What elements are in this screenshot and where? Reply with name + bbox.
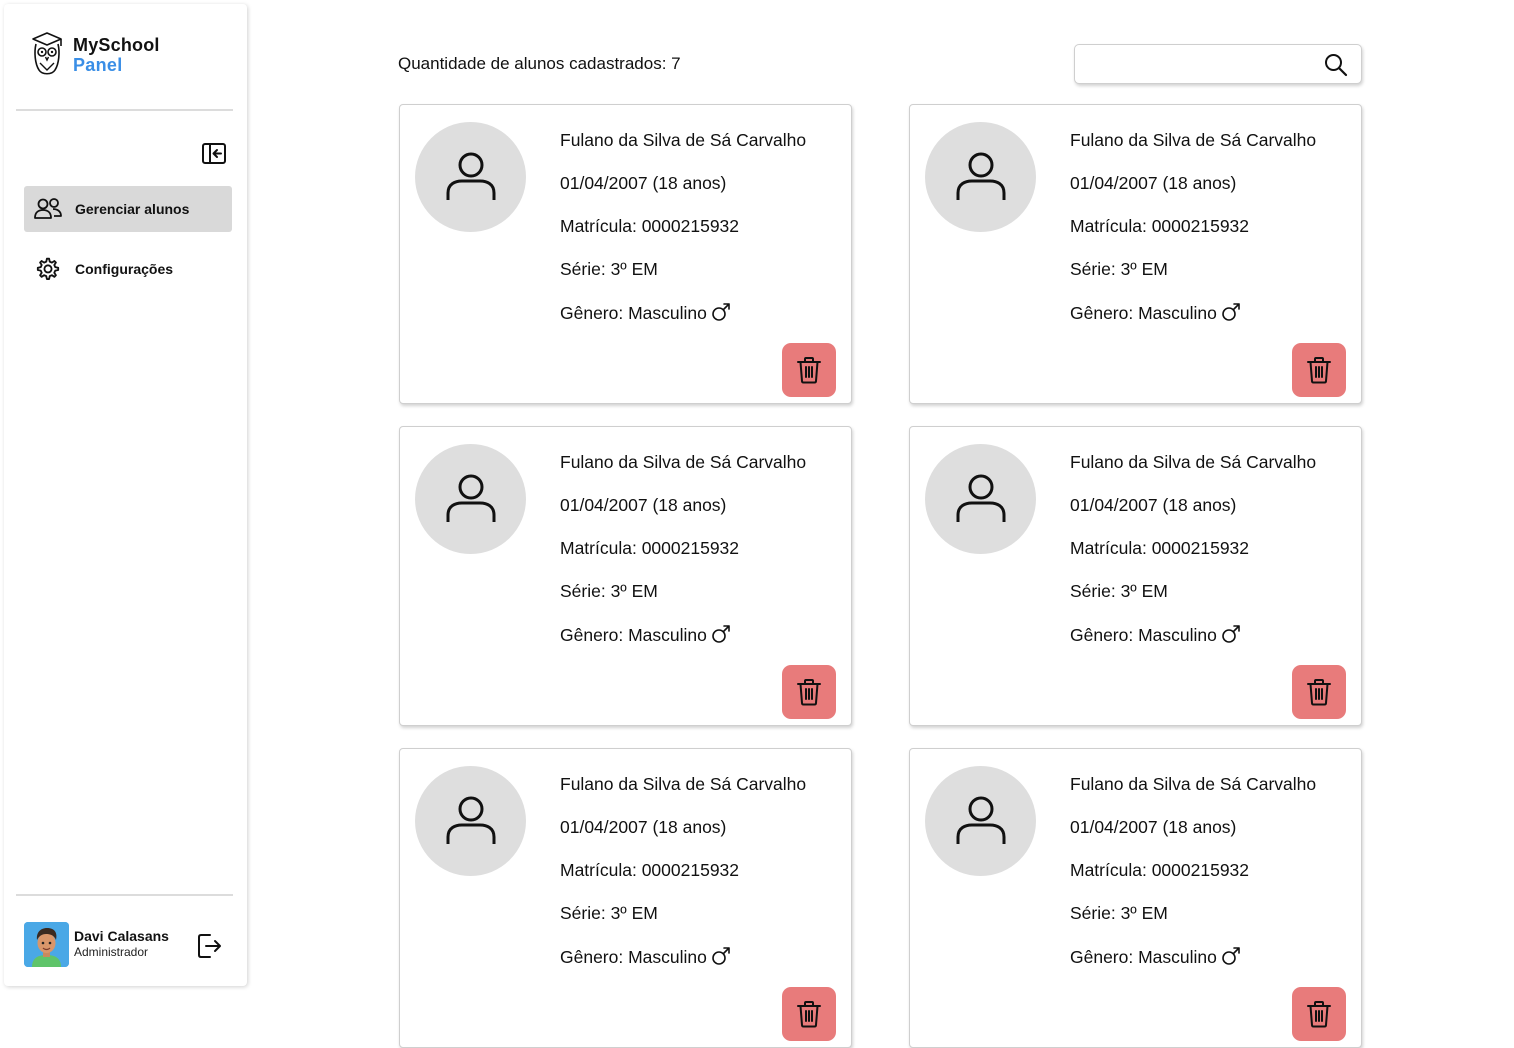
student-birthdate: 01/04/2007 (18 anos)	[560, 817, 727, 837]
student-photo-placeholder	[415, 122, 526, 232]
student-card: Fulano da Silva de Sá Carvalho 01/04/200…	[399, 748, 852, 1048]
brand-name: MySchool	[73, 35, 160, 55]
logout-icon	[198, 934, 221, 958]
student-genero: Gênero: Masculino	[1070, 947, 1217, 967]
student-genero: Gênero: Masculino	[1070, 303, 1217, 323]
student-genero-row: Gênero: Masculino	[560, 302, 731, 324]
student-genero: Gênero: Masculino	[560, 625, 707, 645]
sidebar-item-configuracoes[interactable]: Configurações	[24, 246, 232, 292]
student-card: Fulano da Silva de Sá Carvalho 01/04/200…	[399, 426, 852, 726]
sidebar: MySchool Panel Gerenciar alunos Configur…	[4, 4, 247, 986]
student-matricula: Matrícula: 0000215932	[1070, 216, 1250, 236]
delete-student-button[interactable]	[1292, 665, 1346, 719]
trash-icon	[1307, 357, 1331, 384]
sidebar-divider-bottom	[16, 894, 233, 896]
user-name: Davi Calasans	[74, 928, 169, 944]
logout-button[interactable]	[197, 932, 223, 960]
brand-logo[interactable]: MySchool Panel	[30, 30, 160, 80]
delete-student-button[interactable]	[782, 987, 836, 1041]
student-birthdate: 01/04/2007 (18 anos)	[560, 173, 727, 193]
student-birthdate: 01/04/2007 (18 anos)	[560, 495, 727, 515]
male-icon	[1222, 946, 1240, 965]
search-box	[1074, 44, 1362, 84]
sidebar-collapse-icon	[202, 143, 226, 164]
student-serie: Série: 3º EM	[560, 903, 658, 923]
student-photo-placeholder	[415, 766, 526, 876]
student-genero: Gênero: Masculino	[560, 303, 707, 323]
student-matricula: Matrícula: 0000215932	[560, 538, 740, 558]
user-icon	[956, 474, 1005, 522]
trash-icon	[797, 679, 821, 706]
search-input[interactable]	[1083, 51, 1313, 77]
search-icon[interactable]	[1323, 52, 1349, 78]
student-matricula: Matrícula: 0000215932	[1070, 538, 1250, 558]
student-matricula: Matrícula: 0000215932	[1070, 860, 1250, 880]
sidebar-divider-top	[16, 109, 233, 111]
delete-student-button[interactable]	[782, 343, 836, 397]
student-photo-placeholder	[925, 122, 1036, 232]
user-icon	[956, 152, 1005, 200]
student-serie: Série: 3º EM	[1070, 903, 1168, 923]
user-icon	[446, 796, 495, 844]
male-icon	[712, 624, 730, 643]
delete-student-button[interactable]	[782, 665, 836, 719]
student-photo-placeholder	[925, 444, 1036, 554]
sidebar-item-label: Configurações	[75, 261, 174, 277]
student-name: Fulano da Silva de Sá Carvalho	[560, 130, 807, 150]
student-genero-row: Gênero: Masculino	[1070, 302, 1241, 324]
student-serie: Série: 3º EM	[1070, 259, 1168, 279]
student-name: Fulano da Silva de Sá Carvalho	[560, 774, 807, 794]
trash-icon	[1307, 1001, 1331, 1028]
owl-logo-icon	[32, 32, 62, 75]
student-birthdate: 01/04/2007 (18 anos)	[1070, 495, 1237, 515]
student-serie: Série: 3º EM	[1070, 581, 1168, 601]
trash-icon	[797, 1001, 821, 1028]
male-icon	[1222, 624, 1240, 643]
male-icon	[1222, 302, 1240, 321]
student-name: Fulano da Silva de Sá Carvalho	[1070, 130, 1317, 150]
users-icon	[33, 195, 63, 223]
student-photo-placeholder	[925, 766, 1036, 876]
student-genero-row: Gênero: Masculino	[560, 624, 731, 646]
student-name: Fulano da Silva de Sá Carvalho	[560, 452, 807, 472]
student-genero-row: Gênero: Masculino	[1070, 946, 1241, 968]
delete-student-button[interactable]	[1292, 343, 1346, 397]
student-genero: Gênero: Masculino	[1070, 625, 1217, 645]
user-icon	[956, 796, 1005, 844]
student-card: Fulano da Silva de Sá Carvalho 01/04/200…	[399, 104, 852, 404]
trash-icon	[1307, 679, 1331, 706]
student-serie: Série: 3º EM	[560, 259, 658, 279]
sidebar-collapse-button[interactable]	[201, 142, 227, 166]
student-photo-placeholder	[415, 444, 526, 554]
student-genero-row: Gênero: Masculino	[560, 946, 731, 968]
student-genero-row: Gênero: Masculino	[1070, 624, 1241, 646]
student-genero: Gênero: Masculino	[560, 947, 707, 967]
user-icon	[446, 152, 495, 200]
student-matricula: Matrícula: 0000215932	[560, 860, 740, 880]
sidebar-item-label: Gerenciar alunos	[75, 201, 190, 217]
student-name: Fulano da Silva de Sá Carvalho	[1070, 774, 1317, 794]
gear-icon	[33, 255, 63, 283]
sidebar-item-gerenciar-alunos[interactable]: Gerenciar alunos	[24, 186, 232, 232]
student-birthdate: 01/04/2007 (18 anos)	[1070, 817, 1237, 837]
avatar[interactable]	[24, 921, 69, 967]
student-card: Fulano da Silva de Sá Carvalho 01/04/200…	[909, 748, 1362, 1048]
student-card: Fulano da Silva de Sá Carvalho 01/04/200…	[909, 426, 1362, 726]
trash-icon	[797, 357, 821, 384]
student-name: Fulano da Silva de Sá Carvalho	[1070, 452, 1317, 472]
student-serie: Série: 3º EM	[560, 581, 658, 601]
delete-student-button[interactable]	[1292, 987, 1346, 1041]
user-profile: Davi Calasans Administrador	[24, 920, 230, 968]
brand-subtitle: Panel	[73, 55, 123, 75]
male-icon	[712, 302, 730, 321]
user-icon	[446, 474, 495, 522]
student-card: Fulano da Silva de Sá Carvalho 01/04/200…	[909, 104, 1362, 404]
student-birthdate: 01/04/2007 (18 anos)	[1070, 173, 1237, 193]
student-matricula: Matrícula: 0000215932	[560, 216, 740, 236]
user-role: Administrador	[74, 945, 149, 959]
male-icon	[712, 946, 730, 965]
student-count-label: Quantidade de alunos cadastrados: 7	[398, 54, 681, 73]
